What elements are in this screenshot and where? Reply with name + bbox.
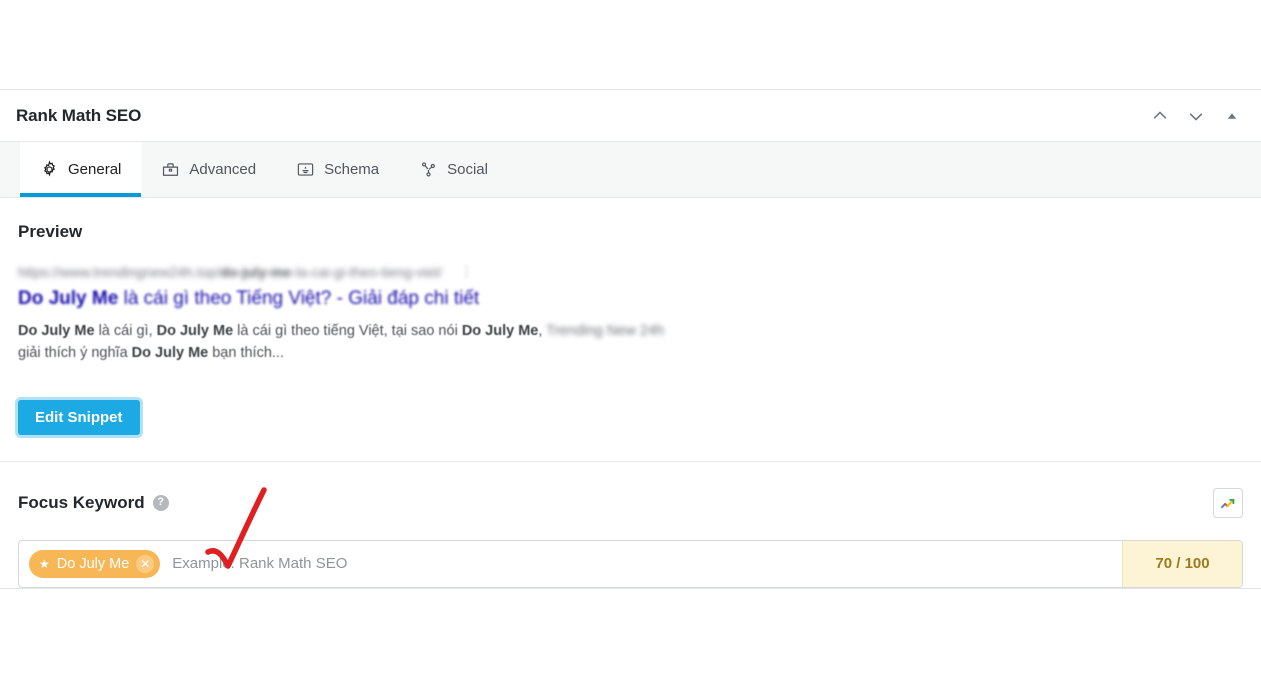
keyword-tag[interactable]: ★ Do July Me ✕ <box>29 549 161 578</box>
focus-keyword-input[interactable] <box>170 554 1112 574</box>
snippet-desc-line2-post: bạn thích... <box>208 344 284 361</box>
tab-advanced-label: Advanced <box>189 161 257 178</box>
star-icon: ★ <box>39 556 50 571</box>
focus-keyword-header: Focus Keyword ? <box>18 487 1243 518</box>
share-icon <box>419 160 438 179</box>
snippet-desc-text-3: , <box>538 322 547 339</box>
tab-social-label: Social <box>447 161 488 178</box>
snippet-url-menu-icon[interactable]: ⋮ <box>460 264 474 280</box>
snippet-desc-kw-2: Do July Me <box>156 322 234 339</box>
snippet-desc-text-2: là cái gì theo tiếng Việt, tại sao nói <box>233 322 462 339</box>
page-top-blank-area <box>0 0 1261 90</box>
metabox-title: Rank Math SEO <box>16 105 142 125</box>
tab-general[interactable]: General <box>20 142 142 197</box>
tab-social[interactable]: Social <box>399 142 508 197</box>
snippet-desc-kw-1: Do July Me <box>18 322 95 339</box>
move-down-icon[interactable] <box>1181 101 1211 131</box>
snippet-url-highlight: do-july-me <box>220 264 292 280</box>
snippet-url-suffix: -la-cai-gi-theo-tieng-viet/ <box>291 264 443 280</box>
edit-snippet-button[interactable]: Edit Snippet <box>18 399 140 435</box>
keyword-tag-label: Do July Me <box>56 555 130 572</box>
preview-heading: Preview <box>18 222 83 241</box>
schema-icon <box>296 160 315 179</box>
metabox-header-actions <box>1145 101 1247 131</box>
snippet-desc-line2-pre: giải thích ý nghĩa <box>18 344 132 361</box>
rank-math-seo-metabox: Rank Math SEO General Advanced Schema So… <box>0 90 1261 589</box>
focus-keyword-label: Focus Keyword <box>18 492 145 512</box>
collapse-icon[interactable] <box>1217 101 1247 131</box>
snippet-url-prefix: https://www.trendingnew24h.top/ <box>18 264 221 280</box>
seo-score-badge: 70 / 100 <box>1122 540 1242 587</box>
tab-advanced[interactable]: Advanced <box>141 142 276 197</box>
snippet-title-keyword: Do July Me <box>18 288 119 309</box>
move-up-icon[interactable] <box>1145 101 1175 131</box>
focus-keyword-input-wrapper[interactable]: ★ Do July Me ✕ 70 / 100 <box>18 539 1243 588</box>
focus-keyword-section: Focus Keyword ? ★ Do July Me ✕ Example: … <box>0 462 1261 588</box>
preview-section: Preview https://www.trendingnew24h.top/d… <box>0 198 1261 461</box>
snippet-desc-text-1: là cái gì, <box>94 322 157 339</box>
tab-schema-label: Schema <box>324 161 380 178</box>
snippet-description: Do July Me là cái gì, Do July Me là cái … <box>18 320 778 364</box>
serp-snippet-preview: https://www.trendingnew24h.top/do-july-m… <box>18 264 1243 364</box>
help-icon[interactable]: ? <box>152 494 169 511</box>
google-trends-icon[interactable] <box>1213 487 1243 518</box>
toolbox-icon <box>161 160 180 179</box>
snippet-desc-kw-3: Do July Me <box>461 322 539 339</box>
gear-icon <box>40 160 59 179</box>
remove-keyword-icon[interactable]: ✕ <box>136 554 155 573</box>
snippet-title: Do July Me là cái gì theo Tiếng Việt? - … <box>18 286 1243 312</box>
metabox-tabs: General Advanced Schema Social <box>0 142 1261 198</box>
focus-keyword-field[interactable]: ★ Do July Me ✕ <box>19 541 1122 587</box>
snippet-desc-site-name: Trending New 24h <box>546 322 665 339</box>
tab-general-label: General <box>68 161 122 178</box>
metabox-header: Rank Math SEO <box>0 90 1261 142</box>
tab-schema[interactable]: Schema <box>276 142 399 197</box>
snippet-url-row: https://www.trendingnew24h.top/do-july-m… <box>18 264 1243 280</box>
snippet-desc-kw-4: Do July Me <box>131 344 209 361</box>
snippet-title-rest: là cái gì theo Tiếng Việt? - Giải đáp ch… <box>118 288 480 309</box>
snippet-url: https://www.trendingnew24h.top/do-july-m… <box>18 264 442 280</box>
